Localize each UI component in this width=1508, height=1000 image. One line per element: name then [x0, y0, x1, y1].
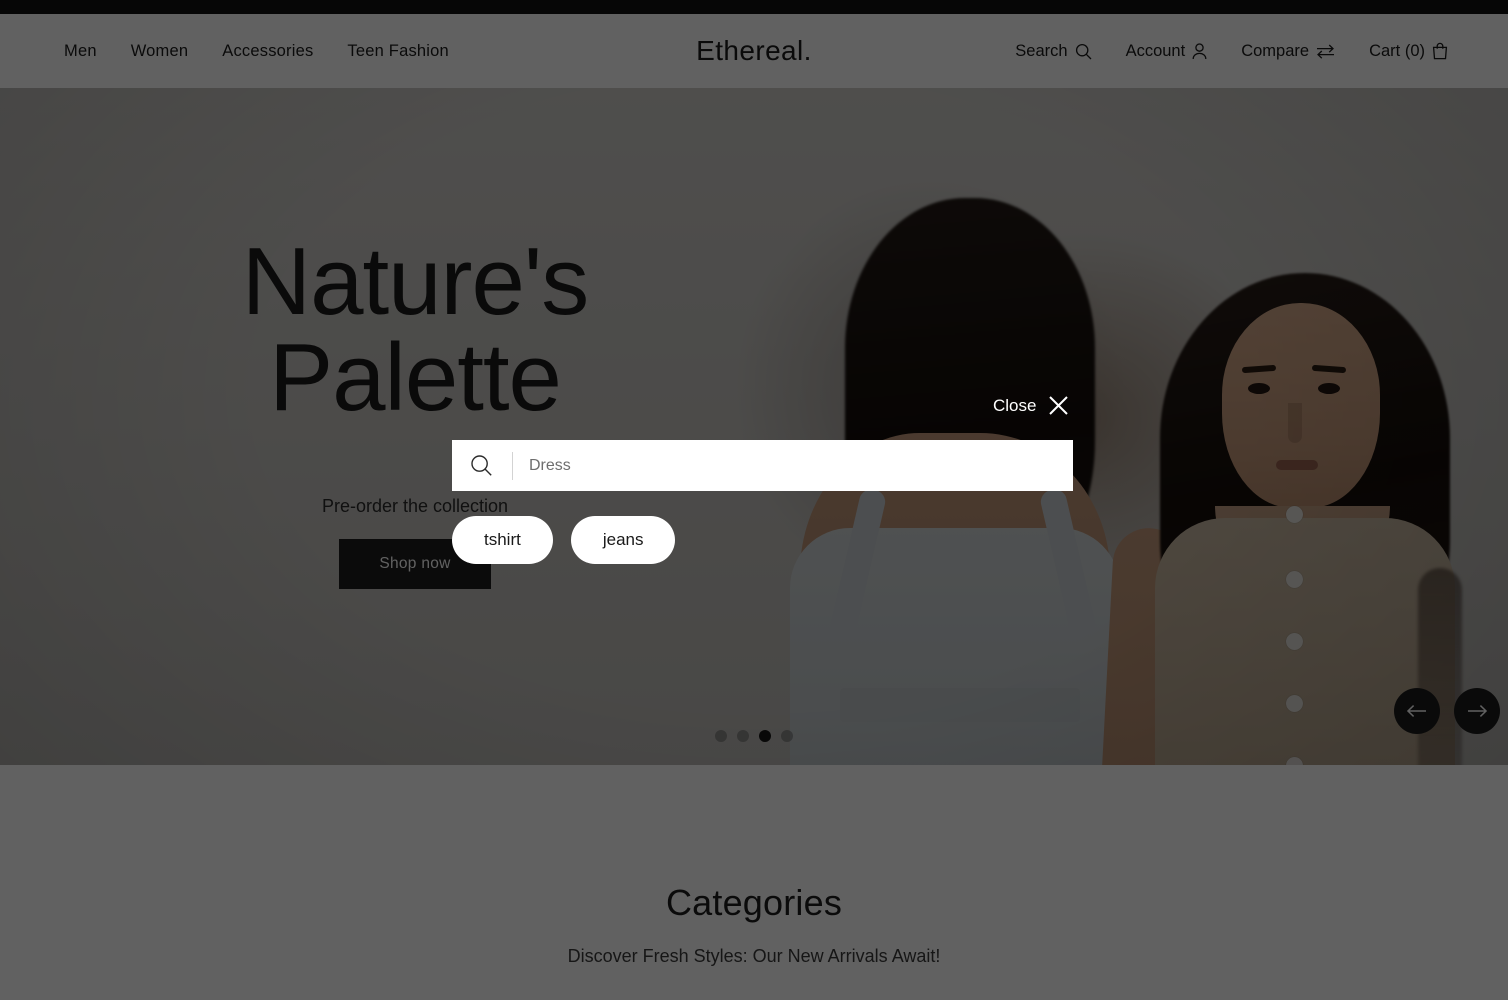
- close-search-label: Close: [993, 395, 1037, 415]
- search-submit-icon[interactable]: [470, 454, 500, 477]
- search-suggestions: tshirt jeans: [452, 516, 676, 564]
- search-input[interactable]: [529, 456, 1073, 475]
- close-search-button[interactable]: Close: [993, 395, 1069, 416]
- suggestion-pill-jeans[interactable]: jeans: [570, 516, 676, 564]
- search-field-divider: [512, 451, 513, 480]
- page-root: Men Women Accessories Teen Fashion Ether…: [0, 0, 1508, 1000]
- search-overlay-backdrop[interactable]: [0, 0, 1508, 1000]
- search-field-container: [452, 440, 1073, 491]
- close-x-icon: [1048, 395, 1069, 416]
- suggestion-pill-tshirt[interactable]: tshirt: [452, 516, 553, 564]
